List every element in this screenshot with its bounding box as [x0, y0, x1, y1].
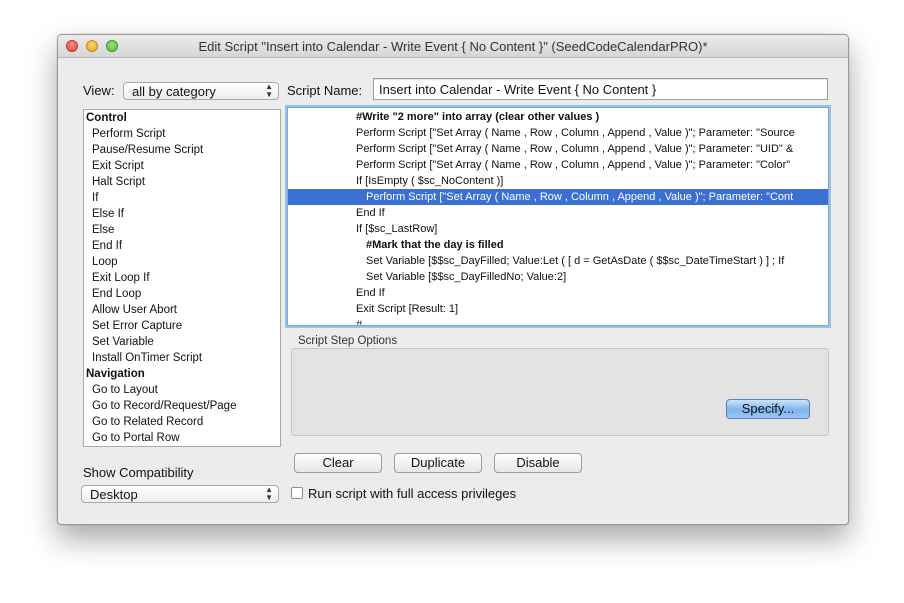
- script-name-field[interactable]: Insert into Calendar - Write Event { No …: [373, 78, 828, 100]
- view-popup-value: all by category: [132, 84, 216, 99]
- steps-list-item[interactable]: Pause/Resume Script: [84, 142, 280, 158]
- steps-list-item[interactable]: Exit Loop If: [84, 270, 280, 286]
- steps-list-item[interactable]: Go to Record/Request/Page: [84, 398, 280, 414]
- script-line-text: #: [356, 319, 363, 326]
- script-line-text: Set Variable [$$sc_DayFilledNo; Value:2]: [366, 271, 567, 283]
- steps-list-item[interactable]: Go to Related Record: [84, 414, 280, 430]
- script-line-text: Perform Script ["Set Array ( Name , Row …: [356, 143, 794, 155]
- steps-list-item[interactable]: Allow User Abort: [84, 302, 280, 318]
- steps-list-item[interactable]: Set Variable: [84, 334, 280, 350]
- steps-list-item[interactable]: End If: [84, 238, 280, 254]
- script-line-text: #Mark that the day is filled: [366, 239, 504, 251]
- script-line-text: Exit Script [Result: 1]: [356, 303, 459, 315]
- script-line[interactable]: #Mark that the day is filled: [288, 237, 828, 253]
- title-bar[interactable]: Edit Script "Insert into Calendar - Writ…: [58, 35, 848, 58]
- script-line[interactable]: If [$sc_LastRow]: [288, 221, 828, 237]
- show-compatibility-label: Show Compatibility: [83, 465, 194, 480]
- steps-list-item[interactable]: Else: [84, 222, 280, 238]
- steps-list-item[interactable]: Halt Script: [84, 174, 280, 190]
- steps-list-item[interactable]: If: [84, 190, 280, 206]
- script-line[interactable]: Perform Script ["Set Array ( Name , Row …: [288, 141, 828, 157]
- script-step-options-panel: Specify...: [291, 348, 829, 436]
- clear-button[interactable]: Clear: [294, 453, 382, 473]
- steps-list-item[interactable]: Go to Portal Row: [84, 430, 280, 446]
- script-line[interactable]: #Write "2 more" into array (clear other …: [288, 109, 828, 125]
- view-label: View:: [83, 83, 115, 98]
- script-line[interactable]: If [IsEmpty ( $sc_NoContent )]: [288, 173, 828, 189]
- specify-button[interactable]: Specify...: [726, 399, 810, 419]
- script-steps-list[interactable]: Control Perform Script Pause/Resume Script…: [83, 109, 281, 447]
- script-line[interactable]: Set Variable [$$sc_DayFilled; Value:Let …: [288, 253, 828, 269]
- compatibility-popup[interactable]: Desktop ▲ ▼: [81, 485, 279, 503]
- duplicate-button[interactable]: Duplicate: [394, 453, 482, 473]
- script-line-text: If [IsEmpty ( $sc_NoContent )]: [356, 175, 504, 187]
- steps-list-item[interactable]: Exit Script: [84, 158, 280, 174]
- script-line-text: Set Variable [$$sc_DayFilled; Value:Let …: [366, 255, 785, 267]
- view-popup[interactable]: all by category ▲ ▼: [123, 82, 279, 100]
- steps-list-item[interactable]: Perform Script: [84, 126, 280, 142]
- full-access-label[interactable]: Run script with full access privileges: [308, 486, 516, 501]
- script-line[interactable]: End If: [288, 205, 828, 221]
- script-line-text: End If: [356, 287, 385, 299]
- script-line[interactable]: End If: [288, 285, 828, 301]
- steps-list-item[interactable]: Else If: [84, 206, 280, 222]
- script-step-options-label: Script Step Options: [298, 335, 398, 347]
- steps-list-item[interactable]: Loop: [84, 254, 280, 270]
- disable-button[interactable]: Disable: [494, 453, 582, 473]
- popup-arrows-icon: ▲ ▼: [265, 485, 273, 502]
- full-access-checkbox[interactable]: [291, 487, 303, 499]
- steps-list-item[interactable]: End Loop: [84, 286, 280, 302]
- script-line-text: #Write "2 more" into array (clear other …: [356, 111, 600, 123]
- compatibility-popup-value: Desktop: [90, 487, 138, 502]
- script-line-text: Perform Script ["Set Array ( Name , Row …: [366, 191, 794, 203]
- steps-category[interactable]: Navigation: [84, 366, 280, 382]
- script-line[interactable]: Set Variable [$$sc_DayFilledNo; Value:2]: [288, 269, 828, 285]
- script-line-text: Perform Script ["Set Array ( Name , Row …: [356, 159, 791, 171]
- script-line-text: If [$sc_LastRow]: [356, 223, 438, 235]
- script-line[interactable]: Perform Script ["Set Array ( Name , Row …: [288, 157, 828, 173]
- script-line[interactable]: #: [288, 317, 828, 326]
- steps-list-item[interactable]: Go to Layout: [84, 382, 280, 398]
- popup-arrows-icon: ▲ ▼: [265, 82, 273, 99]
- script-line[interactable]: Exit Script [Result: 1]: [288, 301, 828, 317]
- script-line[interactable]: Perform Script ["Set Array ( Name , Row …: [288, 189, 828, 205]
- window-title: Edit Script "Insert into Calendar - Writ…: [198, 39, 708, 54]
- edit-script-window: Edit Script "Insert into Calendar - Writ…: [57, 34, 849, 525]
- script-line-text: Perform Script ["Set Array ( Name , Row …: [356, 127, 795, 139]
- script-line-text: End If: [356, 207, 385, 219]
- script-name-label: Script Name:: [287, 83, 363, 98]
- script-line[interactable]: Perform Script ["Set Array ( Name , Row …: [288, 125, 828, 141]
- script-editor[interactable]: #Write "2 more" into array (clear other …: [287, 107, 829, 326]
- steps-list-item[interactable]: Set Error Capture: [84, 318, 280, 334]
- steps-category[interactable]: Control: [84, 110, 280, 126]
- steps-list-item[interactable]: Install OnTimer Script: [84, 350, 280, 366]
